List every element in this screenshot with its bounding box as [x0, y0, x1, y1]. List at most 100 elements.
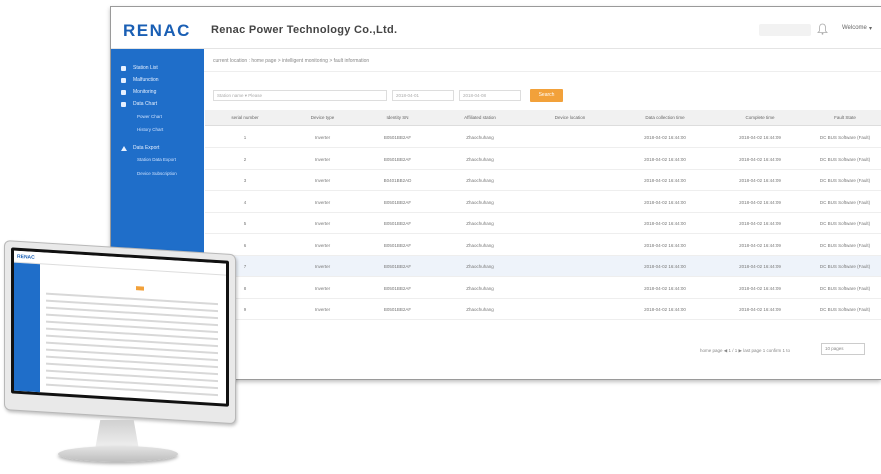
chart-icon — [121, 102, 126, 107]
table-cell-fault: DC BUS Software (Fault) — [819, 264, 871, 269]
table-cell-collect: 2018-04-02 16:44:00 — [644, 264, 686, 269]
table-cell-collect: 2018-04-02 16:44:00 — [644, 242, 686, 248]
table-cell-type: Inverter — [314, 135, 331, 140]
table-cell-collect: 2018-04-02 16:44:00 — [644, 135, 686, 140]
table-cell-complete: 2018-04-02 16:44:09 — [739, 242, 781, 248]
sidebar-item-malfunction[interactable]: Malfunction — [111, 75, 204, 86]
monitor-icon — [121, 90, 126, 95]
notification-bell-icon[interactable] — [817, 23, 828, 35]
table-cell-loc — [525, 149, 615, 170]
table-cell-station: Zhaochuhang — [466, 242, 494, 248]
table-cell-station: Zhaochuhang — [466, 178, 494, 183]
table-cell-type: Inverter — [314, 307, 331, 312]
table-cell-sn: B0501BB2AF — [383, 242, 412, 248]
sidebar-item-data-export[interactable]: Data Export — [111, 143, 204, 154]
sidebar-subitem-history-chart[interactable]: History Chart — [137, 125, 163, 135]
monitor-frame: RENAC — [4, 240, 236, 425]
sidebar-item-label: Malfunction — [133, 77, 159, 83]
table-row[interactable]: 9 Inverter B0501BB2AF Zhaochuhang 2018-04-02… — [205, 299, 881, 320]
table-row[interactable]: 6 Inverter B0501BB2AF Zhaochuhang 2018-04-02… — [205, 234, 881, 256]
table-cell-loc — [525, 256, 615, 277]
table-cell-loc — [525, 192, 615, 213]
brand-logo: RENAC — [123, 21, 191, 40]
column-header: serial number — [231, 115, 259, 120]
table-cell-no: 1 — [243, 135, 247, 140]
table-cell-complete: 2018-04-02 16:44:09 — [739, 285, 781, 291]
table-cell-station: Zhaochuhang — [466, 221, 494, 226]
table-cell-loc — [525, 235, 615, 256]
table-cell-sn: B0501BB2AF — [383, 307, 412, 312]
company-name: Renac Power Technology Co.,Ltd. — [211, 24, 398, 36]
column-header: Complete time — [745, 115, 775, 120]
table-cell-type: Inverter — [314, 221, 331, 226]
table-cell-collect: 2018-04-02 16:44:00 — [644, 221, 686, 226]
mini-header: RENAC — [14, 250, 226, 276]
page-size-select[interactable]: 10 pages — [821, 343, 865, 355]
table-cell-station: Zhaochuhang — [466, 156, 494, 162]
table-cell-no: 4 — [243, 199, 247, 205]
table-cell-collect: 2018-04-02 16:44:00 — [644, 156, 686, 162]
table-cell-type: Inverter — [314, 199, 331, 205]
table-cell-type: Inverter — [314, 242, 331, 248]
desktop-monitor-mockup: RENAC — [0, 240, 240, 474]
table-cell-complete: 2018-04-02 16:44:09 — [739, 307, 781, 312]
table-cell-complete: 2018-04-02 16:44:09 — [739, 178, 781, 183]
sidebar-subitem-power-chart[interactable]: Power Chart — [137, 112, 162, 122]
welcome-user-menu[interactable]: Welcome — [842, 25, 867, 31]
table-cell-no: 5 — [243, 221, 247, 226]
sidebar-item-label: Monitoring — [133, 89, 157, 95]
table-cell-fault: DC BUS Software (Fault) — [819, 178, 871, 183]
sidebar-subitem-station-data-export[interactable]: Station Data Export — [137, 155, 176, 165]
table-cell-fault: DC BUS Software (Fault) — [819, 156, 871, 162]
table-cell-complete: 2018-04-02 16:44:09 — [739, 221, 781, 226]
table-cell-sn: B0501BB2AF — [383, 156, 412, 162]
table-cell-sn: B0501BB2AF — [383, 135, 412, 140]
sidebar-item-data-chart[interactable]: Data Chart — [111, 99, 204, 110]
table-cell-fault: DC BUS Software (Fault) — [819, 221, 871, 226]
table-cell-type: Inverter — [314, 178, 331, 183]
table-cell-complete: 2018-04-02 16:44:09 — [739, 264, 781, 269]
table-cell-complete: 2018-04-02 16:44:09 — [739, 156, 781, 162]
table-cell-collect: 2018-04-02 16:44:00 — [644, 307, 686, 312]
table-cell-type: Inverter — [314, 156, 331, 162]
table-row[interactable]: 5 Inverter B0501BB2AF Zhaochuhang 2018-04-02… — [205, 213, 881, 234]
table-cell-sn: B0501BB2AF — [383, 199, 412, 205]
table-cell-sn: B0501BB2AF — [383, 264, 412, 269]
sidebar-item-monitoring[interactable]: Monitoring — [111, 87, 204, 98]
table-row[interactable]: 2 Inverter B0501BB2AF Zhaochuhang 2018-04-02… — [205, 148, 881, 170]
table-row[interactable]: 3 Inverter B0401BB2AD Zhaochuhang 2018-04-02… — [205, 170, 881, 191]
table-cell-loc — [525, 299, 615, 320]
station-name-select[interactable]: Station name ▾ Please — [213, 90, 387, 101]
monitor-bezel: RENAC — [11, 247, 229, 407]
start-date-input[interactable]: 2018-04-01 — [392, 90, 454, 101]
table-cell-fault: DC BUS Software (Fault) — [819, 199, 871, 205]
column-header: Fault State — [834, 115, 856, 120]
mini-search-button — [136, 286, 144, 291]
sidebar-item-station-list[interactable]: Station List — [111, 63, 204, 74]
mini-sidebar — [14, 262, 40, 393]
table-cell-sn: B0401BB2AD — [383, 178, 412, 183]
table-row[interactable]: 7 Inverter B0501BB2AF Zhaochuhang 2018-04-02… — [205, 256, 881, 277]
table-row[interactable]: 1 Inverter B0501BB2AF Zhaochuhang 2018-04-02… — [205, 127, 881, 148]
breadcrumb: current location : home page > intellige… — [213, 58, 370, 64]
table-cell-sn: B0501BB2AF — [383, 285, 412, 291]
column-header: Affiliated station — [464, 115, 496, 120]
table-row[interactable]: 4 Inverter B0501BB2AF Zhaochuhang 2018-04-02… — [205, 191, 881, 213]
table-cell-collect: 2018-04-02 16:44:00 — [644, 285, 686, 291]
pagination[interactable]: home page ◀ 1 / 1 ▶ last page 1 confirm … — [700, 348, 790, 354]
top-header: RENAC Renac Power Technology Co.,Ltd. We… — [111, 7, 881, 49]
mini-brand-logo: RENAC — [17, 253, 35, 261]
column-header: Device type — [310, 115, 335, 120]
table-cell-station: Zhaochuhang — [466, 285, 494, 291]
search-button[interactable]: Search — [530, 89, 563, 102]
table-row[interactable]: 8 Inverter B0501BB2AF Zhaochuhang 2018-04-02… — [205, 277, 881, 299]
end-date-input[interactable]: 2018-04-08 — [459, 90, 521, 101]
table-cell-loc — [525, 170, 615, 191]
table-cell-loc — [525, 278, 615, 299]
table-cell-loc — [525, 127, 615, 148]
sidebar-subitem-device-subscription[interactable]: Device Subscription — [137, 169, 177, 179]
chevron-down-icon[interactable]: ▾ — [869, 25, 872, 32]
export-icon — [121, 146, 127, 151]
header-search-input[interactable] — [759, 24, 811, 36]
table-cell-no: 2 — [243, 156, 247, 162]
